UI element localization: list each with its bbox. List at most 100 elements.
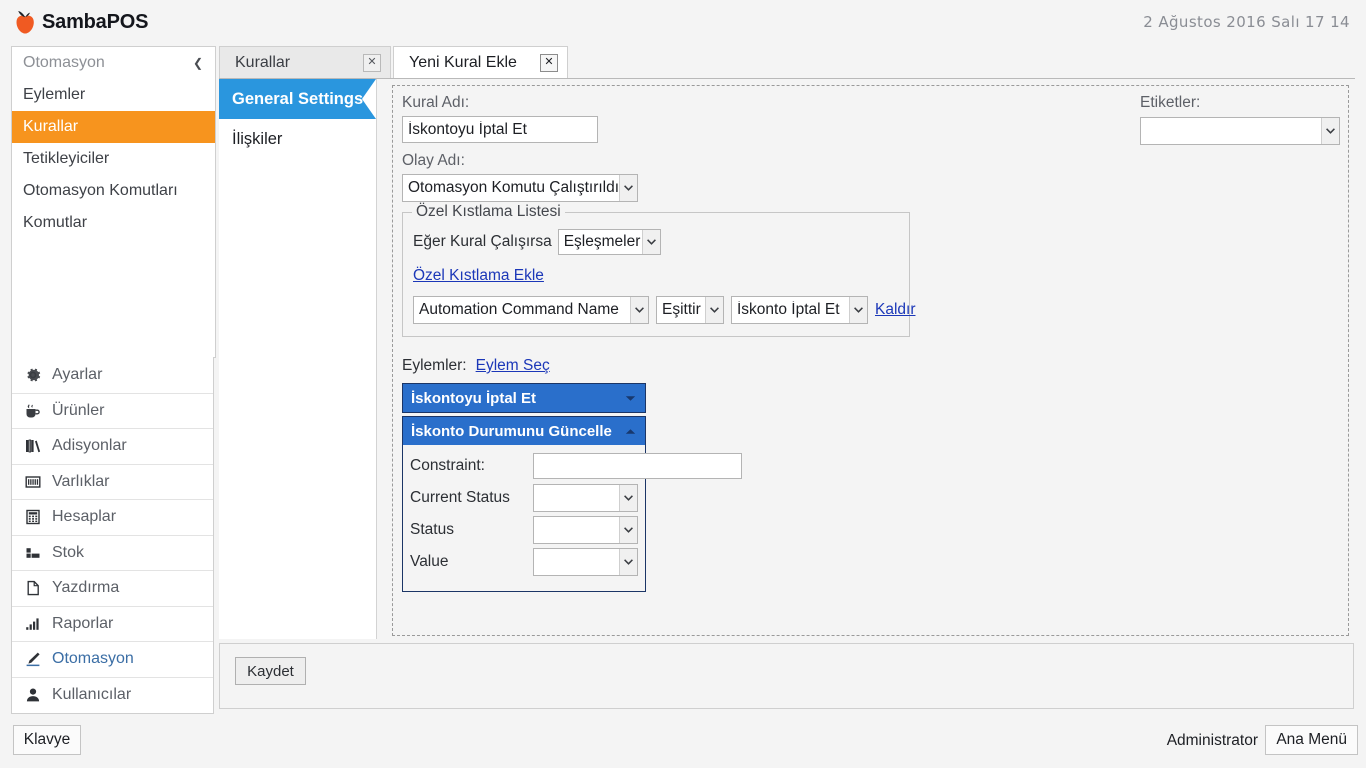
sidebar-module-varliklar[interactable]: Varlıklar — [12, 463, 213, 500]
grid-icon — [23, 472, 42, 491]
sidebar-item-otomasyon-komutlari[interactable]: Otomasyon Komutları — [12, 175, 215, 207]
chevron-down-icon[interactable] — [619, 485, 637, 511]
select-action-link[interactable]: Eylem Seç — [476, 357, 550, 375]
cup-icon — [23, 401, 42, 420]
sidebar-module-label: Stok — [52, 543, 85, 561]
field-label: Constraint: — [410, 457, 485, 474]
sidebar-module-label: Ürünler — [52, 401, 105, 419]
action-panel-header[interactable]: İskonto Durumunu Güncelle — [403, 417, 645, 445]
sidebar-item-tetikleyiciler[interactable]: Tetikleyiciler — [12, 143, 215, 175]
group-title: Özel Kıstlama Listesi — [412, 203, 565, 221]
sidebar-module-stok[interactable]: Stok — [12, 534, 213, 571]
field-label: Current Status — [410, 489, 510, 506]
chevron-down-icon[interactable] — [619, 517, 637, 543]
chevron-down-icon[interactable] — [705, 297, 723, 323]
main-menu-button[interactable]: Ana Menü — [1265, 725, 1358, 755]
rule-name-input[interactable] — [402, 116, 598, 143]
combo-value: Otomasyon Komutu Çalıştırıldı — [408, 179, 619, 196]
constraint-operator-combo[interactable]: Eşittir — [656, 296, 724, 324]
app-window: SambaPOS 2 Ağustos 2016 Salı 17 14 Otoma… — [0, 0, 1366, 768]
match-mode-combo[interactable]: Eşleşmeler — [557, 229, 661, 255]
brand-logo: SambaPOS — [14, 9, 148, 35]
sidebar-module-otomasyon[interactable]: Otomasyon — [12, 641, 213, 677]
chevron-down-icon[interactable] — [630, 297, 648, 323]
tags-section: Etiketler: — [1140, 94, 1340, 145]
sidebar-item-eylemler[interactable]: Eylemler — [12, 79, 215, 111]
sidebar-item-komutlar[interactable]: Komutlar — [12, 207, 215, 239]
if-rule-runs-label: Eğer Kural Çalışırsa — [413, 233, 552, 250]
save-button[interactable]: Kaydet — [235, 657, 306, 685]
chevron-up-icon[interactable] — [623, 428, 637, 435]
sidebar-module-label: Adisyonlar — [52, 437, 127, 455]
sidebar-module-label: Ayarlar — [52, 365, 103, 383]
current-status-combo[interactable] — [533, 484, 638, 512]
sidebar-item-kurallar[interactable]: Kurallar — [12, 111, 215, 143]
chevron-down-icon[interactable] — [849, 297, 867, 323]
action-panel-title: İskonto Durumunu Güncelle — [411, 422, 612, 440]
sidebar-item-label: Komutlar — [23, 214, 88, 231]
sidebar-item-label: Eylemler — [23, 86, 86, 103]
chevron-down-icon[interactable] — [623, 395, 637, 402]
remove-constraint-link[interactable]: Kaldır — [875, 301, 916, 319]
tags-label: Etiketler: — [1140, 94, 1201, 111]
chevron-down-icon[interactable] — [1321, 118, 1339, 144]
sidebar-module-label: Yazdırma — [52, 579, 120, 597]
page-icon — [23, 579, 42, 598]
sidebar-module-label: Varlıklar — [52, 472, 110, 490]
action-panel-title: İskontoyu İptal Et — [411, 389, 537, 407]
constraint-input[interactable] — [533, 453, 742, 479]
sidebar-nav-list: Otomasyon ❮ Eylemler Kurallar Tetikleyic… — [11, 46, 216, 358]
status-bar: Klavye Administrator Ana Menü — [0, 718, 1366, 768]
vtab-general-settings[interactable]: General Settings — [219, 79, 376, 119]
if-rule-runs-row: Eğer Kural Çalışırsa Eşleşmeler — [413, 229, 661, 255]
keyboard-button[interactable]: Klavye — [13, 725, 81, 755]
brand-name: SambaPOS — [42, 10, 149, 33]
close-icon[interactable]: ✕ — [363, 53, 381, 72]
sidebar-module-hesaplar[interactable]: Hesaplar — [12, 499, 213, 535]
content-area: General Settings İlişkiler Kural Adı: Ol… — [219, 79, 1355, 714]
sidebar-item-label: Tetikleyiciler — [23, 150, 110, 167]
tab-label: Yeni Kural Ekle — [409, 53, 517, 71]
chevron-down-icon[interactable] — [619, 549, 637, 575]
sidebar: Otomasyon ❮ Eylemler Kurallar Tetikleyic… — [11, 46, 216, 714]
sidebar-item-label: Otomasyon Komutları — [23, 182, 178, 199]
close-icon[interactable]: ✕ — [540, 53, 558, 72]
sidebar-module-yazdirma[interactable]: Yazdırma — [12, 570, 213, 606]
books-icon — [23, 437, 42, 456]
chevron-left-icon[interactable]: ❮ — [193, 47, 203, 79]
vtab-iliskiler[interactable]: İlişkiler — [219, 119, 376, 159]
action-field-status: Status — [410, 516, 638, 544]
sidebar-module-adisyonlar[interactable]: Adisyonlar — [12, 428, 213, 464]
sidebar-item-label: Kurallar — [23, 118, 79, 135]
sidebar-module-ayarlar[interactable]: Ayarlar — [12, 357, 213, 393]
tab-yeni-kural-ekle[interactable]: Yeni Kural Ekle ✕ — [393, 46, 568, 79]
constraint-field-combo[interactable]: Automation Command Name — [413, 296, 649, 324]
tab-label: Kurallar — [235, 53, 291, 71]
action-field-constraint: Constraint: — [410, 453, 742, 479]
sidebar-module-raporlar[interactable]: Raporlar — [12, 605, 213, 642]
sidebar-module-urunler[interactable]: Ürünler — [12, 392, 213, 429]
event-name-label: Olay Adı: — [402, 152, 465, 169]
action-field-current-status: Current Status — [410, 484, 638, 512]
sidebar-module-list: Ayarlar Ürünler Adisyonlar Varlıklar Hes… — [11, 357, 214, 714]
tags-combo[interactable] — [1140, 117, 1340, 145]
sidebar-module-label: Hesaplar — [52, 508, 117, 526]
tab-kurallar[interactable]: Kurallar ✕ — [219, 46, 391, 79]
chevron-down-icon[interactable] — [619, 175, 637, 201]
action-panel-iskontoyu-iptal-et: İskontoyu İptal Et — [402, 383, 646, 413]
chevron-down-icon[interactable] — [641, 230, 660, 254]
vertical-tab-list: General Settings İlişkiler — [219, 79, 377, 639]
value-combo[interactable] — [533, 548, 638, 576]
vtab-label: General Settings — [232, 89, 364, 108]
action-panel-body: Constraint: Current Status Status Value — [403, 445, 742, 591]
event-name-combo[interactable]: Otomasyon Komutu Çalıştırıldı — [402, 174, 638, 202]
sidebar-section-otomasyon[interactable]: Otomasyon ❮ — [12, 47, 215, 79]
status-combo[interactable] — [533, 516, 638, 544]
user-icon — [23, 685, 42, 704]
action-panel-header[interactable]: İskontoyu İptal Et — [403, 384, 645, 412]
actions-row: Eylemler: Eylem Seç — [402, 357, 550, 375]
sidebar-module-kullanicilar[interactable]: Kullanıcılar — [12, 676, 213, 713]
add-custom-constraint-link[interactable]: Özel Kıstlama Ekle — [413, 267, 544, 285]
constraint-value-combo[interactable]: İskonto İptal Et — [731, 296, 868, 324]
calculator-icon — [23, 508, 42, 527]
